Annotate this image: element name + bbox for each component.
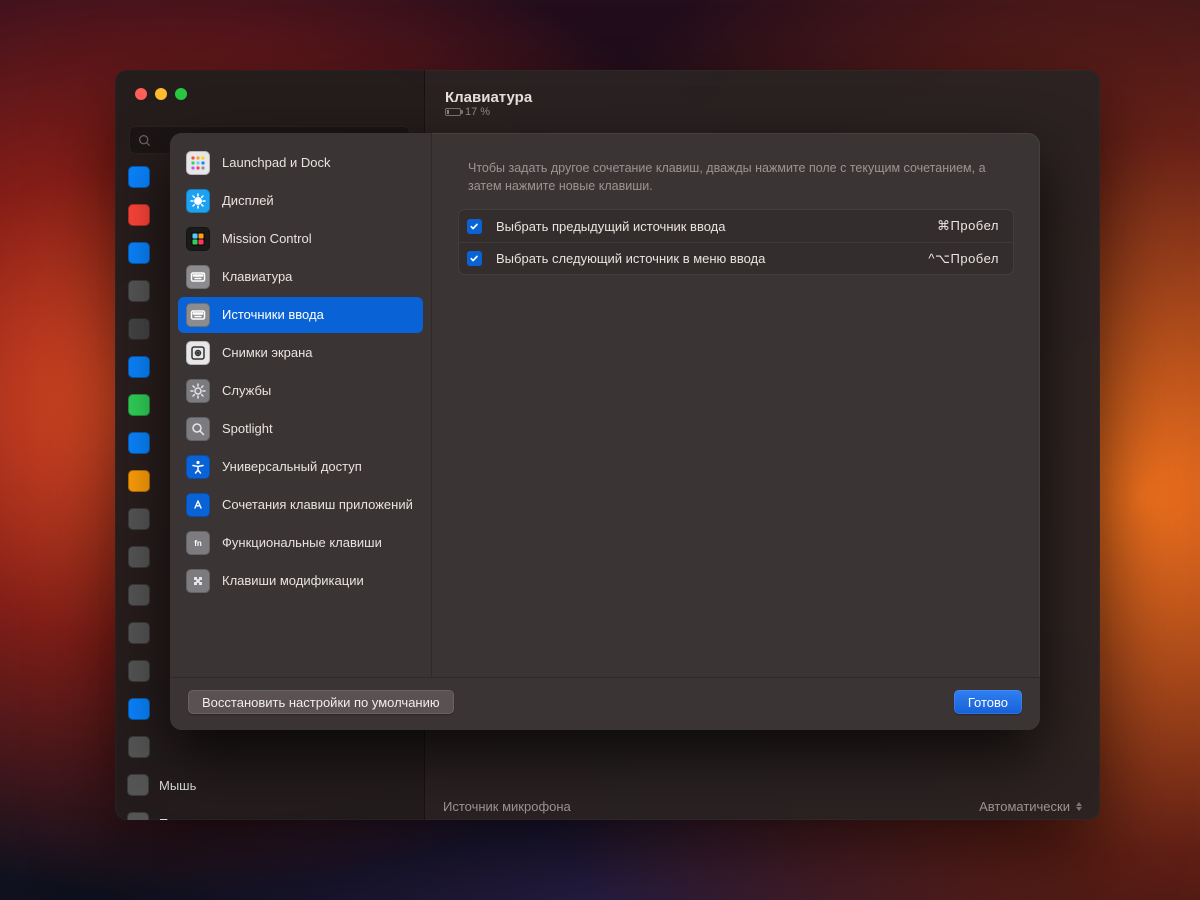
shortcut-category-screenshot[interactable]: Снимки экрана <box>178 335 423 371</box>
keyboard-icon <box>186 265 210 289</box>
window-traffic-lights <box>115 70 424 118</box>
shortcut-category-services[interactable]: Службы <box>178 373 423 409</box>
shortcut-category-label: Сочетания клавиш приложений <box>222 497 413 513</box>
shortcut-category-label: Клавиатура <box>222 269 292 285</box>
shortcut-category-appshort[interactable]: Сочетания клавиш приложений <box>178 487 423 523</box>
settings-category-icon[interactable] <box>127 312 151 346</box>
appshort-icon <box>186 493 210 517</box>
done-button[interactable]: Готово <box>954 690 1022 714</box>
settings-category-icon[interactable] <box>127 236 151 270</box>
settings-category-icon[interactable] <box>127 540 151 574</box>
shortcut-categories-sidebar: Launchpad и Dock Дисплей Mission Control Кл… <box>170 133 432 677</box>
input-icon <box>186 303 210 327</box>
shortcut-detail-pane: Чтобы задать другое сочетание клавиш, дв… <box>432 133 1040 677</box>
sidebar-item-printers[interactable]: Принтеры и сканеры <box>127 806 418 820</box>
settings-category-icon[interactable] <box>127 388 151 422</box>
shortcut-category-spotlight[interactable]: Spotlight <box>178 411 423 447</box>
battery-icon <box>445 108 461 116</box>
sidebar-item-label: Принтеры и сканеры <box>159 816 285 821</box>
shortcut-category-keyboard[interactable]: Клавиатура <box>178 259 423 295</box>
shortcut-keys[interactable]: ^⌥Пробел <box>928 251 999 267</box>
sheet-footer: Восстановить настройки по умолчанию Гото… <box>170 677 1040 730</box>
shortcut-category-label: Launchpad и Dock <box>222 155 330 171</box>
screenshot-icon <box>186 341 210 365</box>
restore-defaults-button[interactable]: Восстановить настройки по умолчанию <box>188 690 454 714</box>
shortcut-category-label: Службы <box>222 383 271 399</box>
display-icon <box>186 189 210 213</box>
settings-category-icon[interactable] <box>127 692 151 726</box>
shortcuts-table: Выбрать предыдущий источник ввода⌘Пробел… <box>458 209 1014 275</box>
settings-category-icon[interactable] <box>127 578 151 612</box>
close-window-button[interactable] <box>135 88 147 100</box>
battery-percent: 17 % <box>465 106 490 118</box>
shortcut-enabled-checkbox[interactable] <box>467 251 482 266</box>
sidebar-item-mouse[interactable]: Мышь <box>127 768 418 802</box>
shortcut-label: Выбрать предыдущий источник ввода <box>496 219 937 234</box>
mic-source-value: Автоматически <box>979 799 1070 814</box>
shortcut-category-fn[interactable]: fn Функциональные клавиши <box>178 525 423 561</box>
mic-source-row: Источник микрофона Автоматически <box>425 789 1100 820</box>
spotlight-icon <box>186 417 210 441</box>
mic-source-select[interactable]: Автоматически <box>979 799 1082 814</box>
settings-category-icon[interactable] <box>127 274 151 308</box>
settings-category-icon[interactable] <box>127 654 151 688</box>
shortcut-category-label: Spotlight <box>222 421 273 437</box>
svg-text:fn: fn <box>194 539 202 548</box>
page-title: Клавиатура <box>445 89 1080 106</box>
settings-category-icon[interactable] <box>127 426 151 460</box>
settings-category-icon[interactable] <box>127 160 151 194</box>
launchpad-icon <box>186 151 210 175</box>
battery-status: 17 % <box>445 106 1080 118</box>
modkeys-icon <box>186 569 210 593</box>
shortcut-enabled-checkbox[interactable] <box>467 219 482 234</box>
shortcut-category-label: Источники ввода <box>222 307 324 323</box>
zoom-window-button[interactable] <box>175 88 187 100</box>
settings-category-icon[interactable] <box>127 502 151 536</box>
settings-category-icon[interactable] <box>127 616 151 650</box>
shortcut-category-label: Функциональные клавиши <box>222 535 382 551</box>
shortcut-row[interactable]: Выбрать следующий источник в меню ввода^… <box>459 242 1013 274</box>
shortcut-category-access[interactable]: Универсальный доступ <box>178 449 423 485</box>
shortcut-category-label: Снимки экрана <box>222 345 313 361</box>
services-icon <box>186 379 210 403</box>
keyboard-shortcuts-sheet: Launchpad и Dock Дисплей Mission Control Кл… <box>170 133 1040 730</box>
minimize-window-button[interactable] <box>155 88 167 100</box>
mouse-icon <box>127 774 149 796</box>
shortcut-category-mission[interactable]: Mission Control <box>178 221 423 257</box>
up-down-icon <box>1076 802 1082 811</box>
instructions-text: Чтобы задать другое сочетание клавиш, дв… <box>432 133 1040 209</box>
shortcut-category-label: Mission Control <box>222 231 312 247</box>
shortcut-category-label: Универсальный доступ <box>222 459 362 475</box>
content-header: Клавиатура 17 % <box>425 70 1100 126</box>
shortcut-row[interactable]: Выбрать предыдущий источник ввода⌘Пробел <box>459 210 1013 242</box>
mic-source-label: Источник микрофона <box>443 799 571 814</box>
printer-icon <box>127 812 149 820</box>
shortcut-category-label: Клавиши модификации <box>222 573 364 589</box>
sidebar-item-label: Мышь <box>159 778 196 793</box>
fn-icon: fn <box>186 531 210 555</box>
access-icon <box>186 455 210 479</box>
settings-category-icon[interactable] <box>127 464 151 498</box>
shortcut-category-modkeys[interactable]: Клавиши модификации <box>178 563 423 599</box>
shortcut-category-display[interactable]: Дисплей <box>178 183 423 219</box>
shortcut-category-input[interactable]: Источники ввода <box>178 297 423 333</box>
shortcut-keys[interactable]: ⌘Пробел <box>937 218 999 234</box>
mission-icon <box>186 227 210 251</box>
settings-category-icon[interactable] <box>127 350 151 384</box>
shortcut-category-label: Дисплей <box>222 193 274 209</box>
shortcut-category-launchpad[interactable]: Launchpad и Dock <box>178 145 423 181</box>
settings-category-icon[interactable] <box>127 198 151 232</box>
settings-category-icon[interactable] <box>127 730 151 764</box>
shortcut-label: Выбрать следующий источник в меню ввода <box>496 251 928 266</box>
search-icon <box>138 134 151 147</box>
